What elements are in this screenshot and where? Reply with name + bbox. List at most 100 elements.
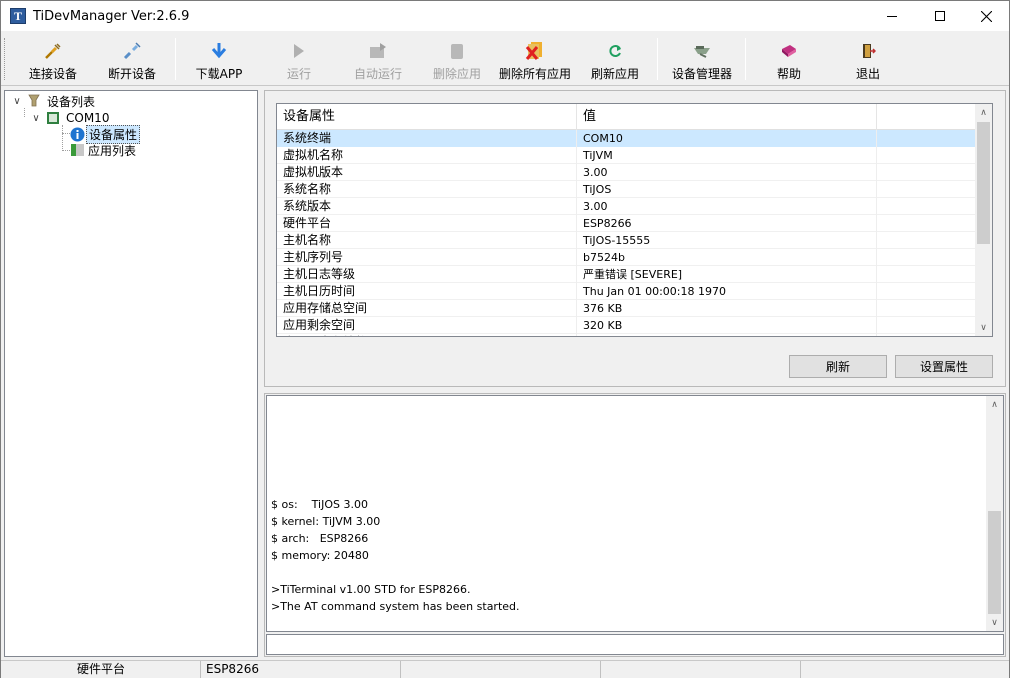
console-output[interactable]: $ os: TiJOS 3.00 $ kernel: TiJVM 3.00 $ ar… — [266, 395, 1004, 632]
scroll-down-icon[interactable]: ∨ — [975, 319, 992, 336]
property-filler — [877, 266, 977, 283]
connect-plug-icon — [41, 40, 65, 61]
tree-node-device-list[interactable]: ∨ 设备列表 — [11, 93, 97, 109]
console-panel: $ os: TiJOS 3.00 $ kernel: TiJVM 3.00 $ ar… — [264, 393, 1006, 657]
property-value: b7524b — [577, 249, 877, 266]
info-icon — [69, 126, 85, 142]
tree-connector — [24, 108, 25, 117]
property-row[interactable]: 主机序列号 b7524b — [277, 249, 977, 266]
help-button[interactable]: 帮助 — [761, 36, 817, 82]
console-command-input[interactable] — [266, 634, 1004, 655]
property-row[interactable]: 应用剩余空间 320 KB — [277, 317, 977, 334]
properties-grid[interactable]: 设备属性 值 系统终端 COM10 虚拟机名称 TiJVM 虚拟机版本 3.00 系统名称 T… — [276, 103, 993, 337]
column-header-property[interactable]: 设备属性 — [277, 104, 577, 130]
run-button[interactable]: 运行 — [271, 36, 327, 82]
scroll-thumb[interactable] — [988, 511, 1001, 614]
property-row[interactable]: 系统终端 COM10 — [277, 130, 977, 147]
property-key: 硬件平台 — [277, 215, 577, 232]
set-properties-button[interactable]: 设置属性 — [895, 355, 993, 378]
console-line: $ os: TiJOS 3.00 — [271, 498, 368, 511]
column-header-filler — [877, 104, 977, 130]
property-filler — [877, 249, 977, 266]
exit-door-icon — [856, 40, 880, 61]
collapse-chevron-icon[interactable]: ∨ — [11, 96, 23, 107]
property-row[interactable]: 系统名称 TiJOS — [277, 181, 977, 198]
scroll-up-icon[interactable]: ∧ — [975, 104, 992, 121]
property-row[interactable]: 主机名称 TiJOS-15555 — [277, 232, 977, 249]
refresh-apps-button[interactable]: 刷新应用 — [587, 36, 643, 82]
property-value: 320 KB — [577, 317, 877, 334]
close-icon — [980, 10, 992, 22]
status-cell-empty — [401, 661, 601, 678]
property-key: 主机日历时间 — [277, 283, 577, 300]
property-row[interactable]: 应用最大存储数量32 — [277, 334, 977, 336]
property-value: 3.00 — [577, 198, 877, 215]
scroll-up-icon[interactable]: ∧ — [986, 396, 1003, 413]
status-label: 硬件平台 — [1, 661, 201, 678]
auto-run-button[interactable]: 自动运行 — [350, 36, 406, 82]
device-tree[interactable]: ∨ 设备列表 ∨ COM10 设备属性 应用列表 — [4, 90, 258, 657]
property-filler — [877, 334, 977, 336]
device-manager-label: 设备管理器 — [671, 67, 732, 81]
tree-root-label: 设备列表 — [47, 94, 96, 109]
auto-run-label: 自动运行 — [353, 67, 402, 81]
property-row[interactable]: 系统版本 3.00 — [277, 198, 977, 215]
status-cell-empty — [601, 661, 801, 678]
chip-icon — [45, 110, 61, 126]
delete-all-apps-button[interactable]: 删除所有应用 — [497, 36, 573, 82]
property-row[interactable]: 主机日志等级 严重错误 [SEVERE] — [277, 266, 977, 283]
property-row[interactable]: 虚拟机名称 TiJVM — [277, 147, 977, 164]
device-manager-button[interactable]: 设备管理器 — [669, 36, 735, 82]
close-button[interactable] — [963, 1, 1009, 31]
property-value: 3.00 — [577, 164, 877, 181]
property-key: 应用剩余空间 — [277, 317, 577, 334]
app-logo-icon: T — [10, 8, 26, 24]
connect-device-button[interactable]: 连接设备 — [25, 36, 81, 82]
download-app-label: 下载APP — [195, 67, 243, 81]
column-header-value[interactable]: 值 — [577, 104, 877, 130]
property-key: 主机日志等级 — [277, 266, 577, 283]
property-filler — [877, 164, 977, 181]
property-filler — [877, 283, 977, 300]
tree-connector — [62, 125, 63, 151]
property-value: TiJOS-15555 — [577, 232, 877, 249]
delete-all-apps-icon — [523, 40, 547, 61]
help-label: 帮助 — [776, 67, 801, 81]
download-app-button[interactable]: 下载APP — [191, 36, 247, 82]
scroll-down-icon[interactable]: ∨ — [986, 614, 1003, 631]
toolbar-separator — [745, 38, 746, 80]
collapse-chevron-icon[interactable]: ∨ — [30, 113, 42, 124]
refresh-icon — [603, 40, 627, 61]
tree-node-app-list[interactable]: 应用列表 — [68, 142, 138, 158]
property-row[interactable]: 虚拟机版本 3.00 — [277, 164, 977, 181]
refresh-apps-label: 刷新应用 — [590, 67, 639, 81]
tree-node-device-properties[interactable]: 设备属性 — [68, 124, 141, 144]
console-line: >The AT command system has been started. — [271, 600, 520, 613]
toolbar: 连接设备 断开设备 下载APP 运行 自动运行 删除应用 删除所有应用 刷新应用… — [1, 32, 1009, 86]
status-value: ESP8266 — [201, 661, 401, 678]
property-row[interactable]: 应用存储总空间 376 KB — [277, 300, 977, 317]
window-title: TiDevManager Ver:2.6.9 — [33, 8, 190, 24]
tree-device-label: COM10 — [66, 111, 110, 125]
minimize-button[interactable] — [869, 1, 915, 31]
device-list-icon — [26, 93, 42, 109]
property-row[interactable]: 主机日历时间 Thu Jan 01 00:00:18 1970 — [277, 283, 977, 300]
exit-button[interactable]: 退出 — [840, 36, 896, 82]
property-filler — [877, 147, 977, 164]
properties-panel: 设备属性 值 系统终端 COM10 虚拟机名称 TiJVM 虚拟机版本 3.00 系统名称 T… — [264, 90, 1006, 387]
run-label: 运行 — [286, 67, 311, 81]
maximize-button[interactable] — [917, 1, 963, 31]
refresh-button[interactable]: 刷新 — [789, 355, 887, 378]
properties-scrollbar[interactable]: ∧ ∨ — [975, 104, 992, 336]
download-arrow-icon — [207, 40, 231, 61]
toolbar-grip[interactable] — [4, 38, 7, 80]
property-key: 系统版本 — [277, 198, 577, 215]
console-scrollbar[interactable]: ∧ ∨ — [986, 396, 1003, 631]
exit-label: 退出 — [855, 67, 880, 81]
scroll-thumb[interactable] — [977, 122, 990, 244]
delete-app-button[interactable]: 删除应用 — [429, 36, 485, 82]
device-manager-icon — [690, 40, 714, 61]
disconnect-device-button[interactable]: 断开设备 — [104, 36, 160, 82]
property-row[interactable]: 硬件平台 ESP8266 — [277, 215, 977, 232]
property-value: Thu Jan 01 00:00:18 1970 — [577, 283, 877, 300]
